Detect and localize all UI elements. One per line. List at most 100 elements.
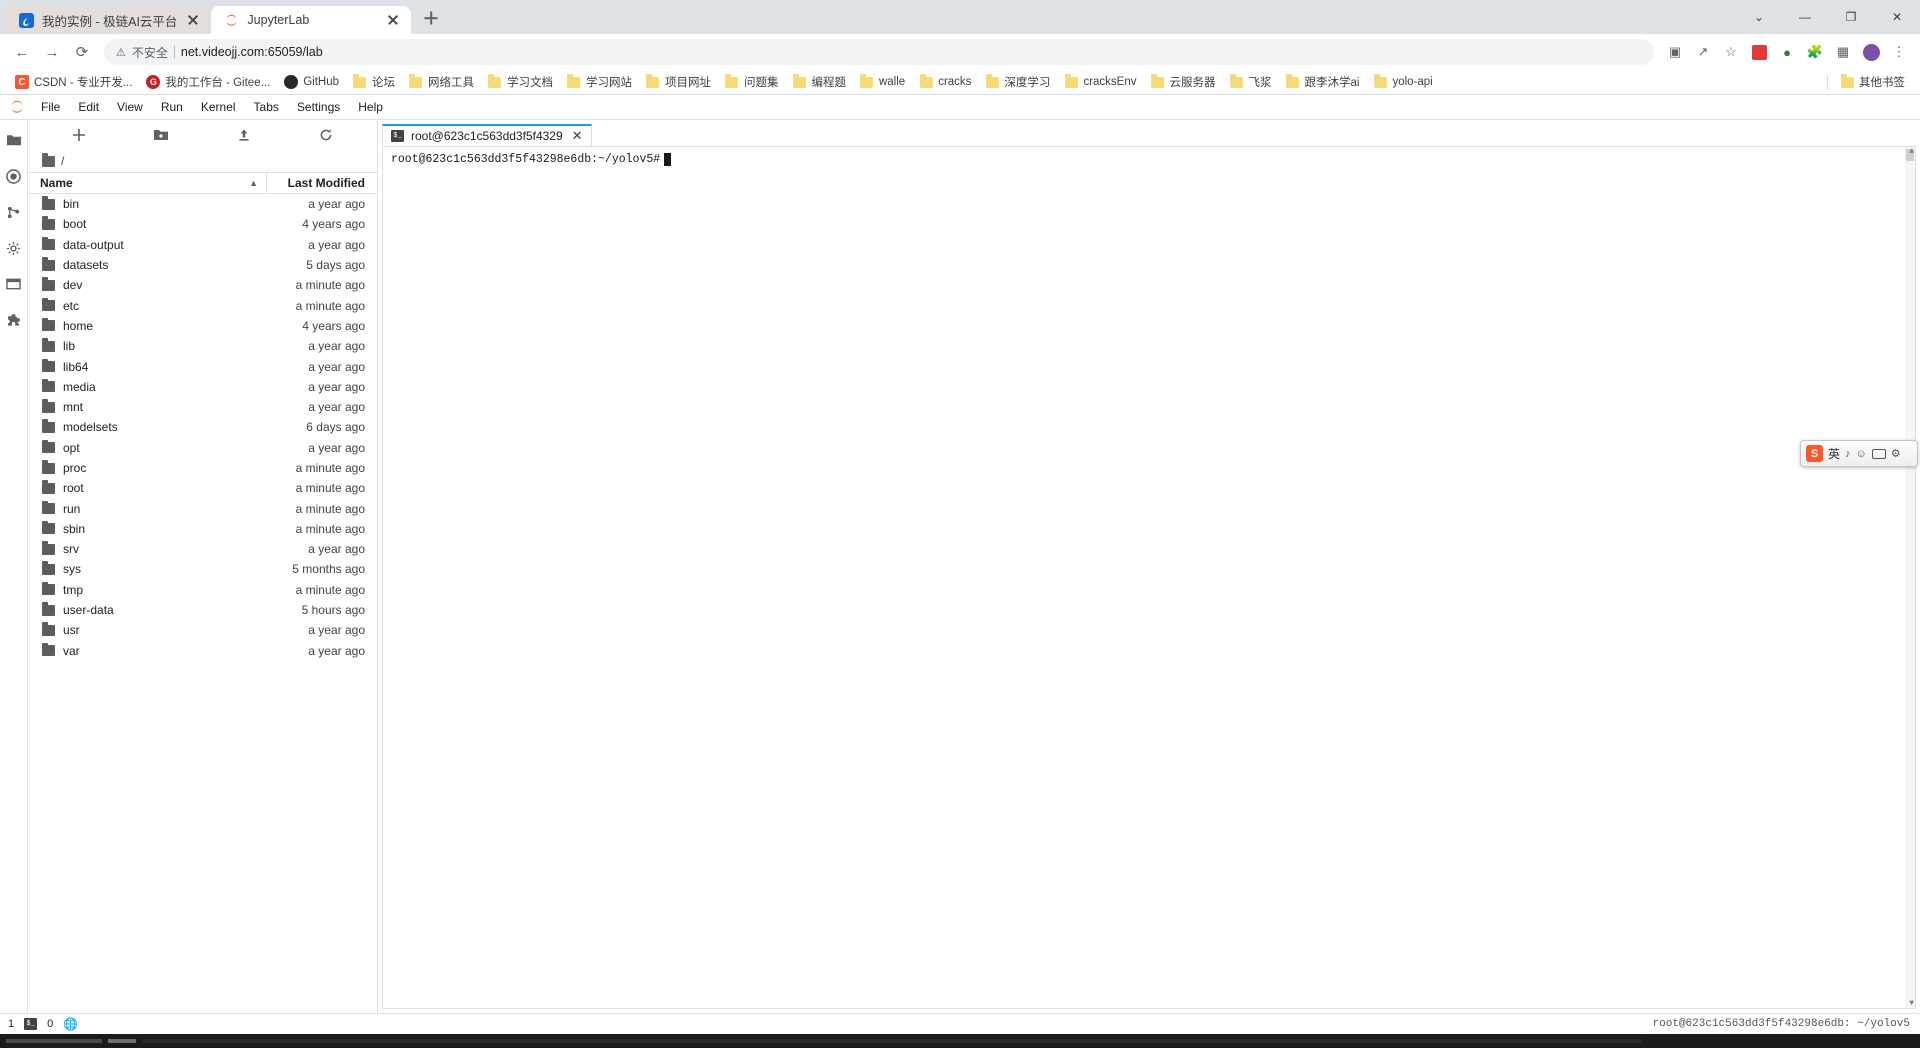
refresh-icon[interactable] [315,124,337,146]
reload-icon[interactable]: ⟳ [68,38,96,66]
bookmark-folder-paddle[interactable]: 飞浆 [1222,72,1278,92]
ime-toolbar[interactable]: S 英 ♪ ☺ ⚙ [1800,440,1918,467]
bookmark-folder-coding[interactable]: 编程题 [785,72,853,92]
globe-icon[interactable]: 🌐 [63,1017,78,1031]
share-icon[interactable]: ↗ [1690,39,1716,65]
toolbox-icon[interactable]: ⚙ [1891,447,1901,460]
bookmark-github[interactable]: GitHub [277,73,346,91]
file-row[interactable]: bin a year ago [28,194,377,214]
menu-file[interactable]: File [32,97,69,117]
breadcrumb[interactable]: / [28,150,377,172]
bookmark-folder-cracks[interactable]: cracks [912,73,978,91]
new-tab-button[interactable] [417,4,445,32]
bookmark-folder-project-urls[interactable]: 项目网址 [639,72,718,92]
file-row[interactable]: dev a minute ago [28,275,377,295]
bookmark-folder-cracksenv[interactable]: cracksEnv [1057,73,1143,91]
menu-edit[interactable]: Edit [69,97,108,117]
extension-green-icon[interactable]: ● [1774,39,1800,65]
menu-view[interactable]: View [108,97,152,117]
back-icon[interactable]: ← [8,38,36,66]
minimize-button[interactable]: — [1782,1,1828,33]
file-row[interactable]: boot 4 years ago [28,214,377,234]
file-row[interactable]: datasets 5 days ago [28,255,377,275]
dock-tab-terminal[interactable]: $_ root@623c1c563dd3f5f4329 ✕ [382,124,592,146]
sidepanel-icon[interactable]: ▦ [1830,39,1856,65]
browser-tab-cloud-platform[interactable]: 我的实例 - 极链AI云平台 [6,6,212,34]
bookmark-folder-deep-learning[interactable]: 深度学习 [978,72,1057,92]
close-window-button[interactable]: ✕ [1874,1,1920,33]
puzzle-icon[interactable]: 🧩 [1802,39,1828,65]
upload-icon[interactable] [233,124,255,146]
file-row[interactable]: media a year ago [28,377,377,397]
emoji-icon[interactable]: ☺ [1856,448,1867,460]
column-header-name[interactable]: Name ▲ [28,173,267,193]
browser-tab-jupyterlab[interactable]: JupyterLab [211,6,412,34]
file-row[interactable]: lib64 a year ago [28,356,377,376]
terminal-icon[interactable]: $_ [24,1018,38,1030]
file-row[interactable]: srv a year ago [28,539,377,559]
translate-icon[interactable]: ▣ [1662,39,1688,65]
file-row[interactable]: tmp a minute ago [28,580,377,600]
bookmark-folder-study-docs[interactable]: 学习文档 [481,72,560,92]
keyboard-icon[interactable] [1871,448,1886,459]
file-row[interactable]: opt a year ago [28,438,377,458]
voice-icon[interactable]: ♪ [1845,448,1851,460]
file-row[interactable]: root a minute ago [28,478,377,498]
bookmark-folder-cloud-server[interactable]: 云服务器 [1143,72,1222,92]
scroll-down-icon[interactable]: ▼ [1909,999,1914,1008]
new-folder-icon[interactable] [150,124,172,146]
new-launcher-icon[interactable] [68,124,90,146]
bookmark-folder-study-sites[interactable]: 学习网站 [560,72,639,92]
bookmark-star-icon[interactable]: ☆ [1718,39,1744,65]
bookmark-folder-network-tools[interactable]: 网络工具 [402,72,481,92]
file-row[interactable]: home 4 years ago [28,316,377,336]
open-tabs-icon[interactable] [4,274,24,294]
close-icon[interactable] [385,12,401,28]
scroll-up-icon[interactable]: ▲ [1909,147,1914,156]
bookmark-folder-yolo-api[interactable]: yolo-api [1366,73,1439,91]
bookmark-folder-problems[interactable]: 问题集 [718,72,786,92]
column-header-last-modified[interactable]: Last Modified [267,176,377,190]
terminal-scrollbar[interactable]: ▲ ▼ [1905,147,1915,1008]
folder-icon [42,358,55,373]
bookmark-folder-luntan[interactable]: 论坛 [346,72,402,92]
bookmark-csdn[interactable]: C CSDN - 专业开发... [8,72,139,92]
file-row[interactable]: usr a year ago [28,620,377,640]
file-row[interactable]: run a minute ago [28,498,377,518]
git-icon[interactable] [4,202,24,222]
bookmark-folder-walle[interactable]: walle [853,73,912,91]
file-row[interactable]: etc a minute ago [28,295,377,315]
ime-mode-label[interactable]: 英 [1828,445,1840,462]
menu-settings[interactable]: Settings [288,97,349,117]
file-row[interactable]: sbin a minute ago [28,519,377,539]
menu-run[interactable]: Run [152,97,192,117]
file-row[interactable]: data-output a year ago [28,235,377,255]
bookmark-folder-limu-ai[interactable]: 跟李沐学ai [1278,72,1366,92]
file-row[interactable]: modelsets 6 days ago [28,417,377,437]
file-row[interactable]: sys 5 months ago [28,559,377,579]
extension-red-icon[interactable] [1746,39,1772,65]
tab-search-icon[interactable]: ⌄ [1736,1,1782,33]
file-row[interactable]: var a year ago [28,641,377,661]
file-row[interactable]: proc a minute ago [28,458,377,478]
running-terminals-icon[interactable] [4,166,24,186]
address-bar[interactable]: ⚠ 不安全 net.videojj.com:65059/lab [104,39,1654,65]
file-row[interactable]: lib a year ago [28,336,377,356]
menu-tabs[interactable]: Tabs [245,97,288,117]
property-inspector-icon[interactable] [4,238,24,258]
more-menu-icon[interactable]: ⋮ [1886,39,1912,65]
profile-avatar[interactable] [1858,39,1884,65]
extension-manager-icon[interactable] [4,310,24,330]
bookmark-other-bookmarks[interactable]: 其他书签 [1833,72,1912,92]
close-icon[interactable] [185,12,201,28]
maximize-button[interactable]: ❐ [1828,1,1874,33]
menu-help[interactable]: Help [349,97,392,117]
file-row[interactable]: mnt a year ago [28,397,377,417]
forward-icon[interactable]: → [38,38,66,66]
file-row[interactable]: user-data 5 hours ago [28,600,377,620]
file-browser-icon[interactable] [4,130,24,150]
menu-kernel[interactable]: Kernel [192,97,245,117]
bookmark-gitee[interactable]: G 我的工作台 - Gitee... [139,72,277,92]
terminal-panel[interactable]: root@623c1c563dd3f5f43298e6db:~/yolov5# … [382,146,1916,1009]
close-icon[interactable]: ✕ [572,128,583,144]
